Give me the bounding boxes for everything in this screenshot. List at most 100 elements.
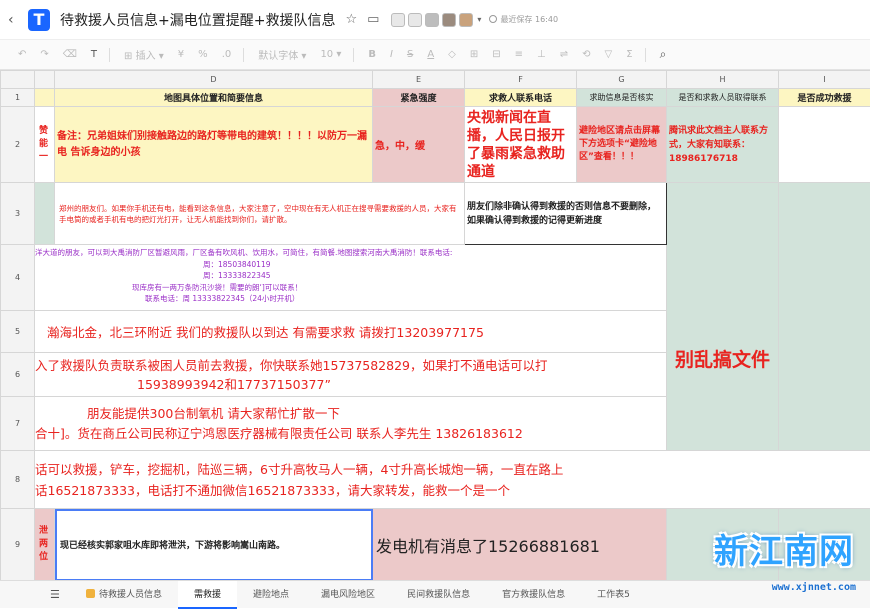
back-icon[interactable]: ‹ (8, 12, 22, 28)
strikethrough-icon[interactable]: S (407, 49, 413, 60)
search-icon[interactable]: ⌕ (660, 47, 667, 62)
tab-sheet-6[interactable]: 官方救援队信息 (486, 581, 581, 609)
rotate-icon[interactable]: ⟲ (582, 49, 590, 60)
column-header-c[interactable] (35, 71, 55, 89)
cell[interactable]: 备注：兄弟姐妹们别接触路边的路灯等带电的建筑！！！！以防万一漏电 告诉身边的小孩 (55, 107, 373, 183)
cell[interactable] (779, 183, 870, 451)
cell[interactable] (35, 89, 55, 107)
row-header[interactable]: 4 (1, 245, 35, 311)
row-header[interactable]: 8 (1, 451, 35, 509)
filter-icon[interactable]: ▽ (605, 49, 613, 60)
divider (109, 48, 110, 62)
column-header-d[interactable]: D (55, 71, 373, 89)
cell[interactable]: 朋友能提供300台制氧机 请大家帮忙扩散一下 合十]。货在商丘公司民称辽宁鸿恩医… (35, 397, 667, 451)
corner-cell[interactable] (1, 71, 35, 89)
row-header[interactable]: 7 (1, 397, 35, 451)
tab-label: 需救援 (194, 590, 221, 600)
border-icon[interactable]: ⊞ (470, 49, 478, 60)
font-color-icon[interactable]: A (427, 49, 434, 60)
text-line: 联系电话：周 13333822345（24小时开机） (35, 293, 664, 305)
avatar (442, 13, 456, 27)
cell[interactable]: 泄 两 位 (35, 509, 55, 581)
file-info-icon[interactable]: ▭ (367, 12, 379, 27)
cell[interactable]: 朋友们除非确认得到救援的否则信息不要删除，如果确认得到救援的记得更新进度 (465, 183, 667, 245)
tab-sheet-5[interactable]: 民间救援队信息 (391, 581, 486, 609)
toolbar: ↶ ↷ ⌫ T ⊞ 插入 ▾ ¥ % .0 默认字体 ▾ 10 ▾ B I S … (0, 40, 870, 70)
insert-button[interactable]: ⊞ 插入 ▾ (124, 47, 164, 62)
text-line: 周：18503840119 (35, 259, 664, 271)
cell[interactable] (667, 509, 779, 581)
redo-icon[interactable]: ↷ (40, 49, 48, 60)
tab-sheet-7[interactable]: 工作表5 (581, 581, 646, 609)
fill-color-icon[interactable]: ◇ (448, 49, 456, 60)
cell[interactable]: 紧急强度 (373, 89, 465, 107)
cell[interactable]: 赞 能 一 (35, 107, 55, 183)
star-icon[interactable]: ☆ (345, 12, 357, 27)
cell[interactable]: 发电机有消息了15266881681 (373, 509, 667, 581)
text-line: 洋大道的朋友，可以到大禹消防厂区暂避风雨，厂区备有吹风机、饮用水，可简住，有简餐… (35, 247, 664, 259)
cell[interactable]: 地图具体位置和简要信息 (55, 89, 373, 107)
undo-icon[interactable]: ↶ (18, 49, 26, 60)
row-header[interactable]: 1 (1, 89, 35, 107)
cell[interactable] (779, 107, 870, 183)
row-header[interactable]: 3 (1, 183, 35, 245)
cell[interactable] (35, 183, 55, 245)
document-title[interactable]: 待救援人员信息+漏电位置提醒+救援队信息 (60, 10, 335, 30)
number-format-icon[interactable]: ¥ (178, 49, 184, 60)
column-header-h[interactable]: H (667, 71, 779, 89)
percent-icon[interactable]: % (198, 49, 208, 60)
column-header-i[interactable]: I (779, 71, 870, 89)
align-icon[interactable]: ≡ (515, 49, 523, 60)
tab-sheet-4[interactable]: 漏电风险地区 (305, 581, 391, 609)
tab-sheet-1[interactable]: 待救援人员信息 (70, 581, 178, 609)
sheet-table: D E F G H I 1 地图具体位置和简要信息 紧急强度 求救人联系电话 求… (0, 70, 870, 580)
row-header[interactable]: 6 (1, 353, 35, 397)
table-row: 9 泄 两 位 现已经核实郭家咀水库即将泄洪，下游将影响嵩山南路。 发电机有消息… (1, 509, 870, 581)
collaborator-avatars[interactable] (391, 13, 473, 27)
column-header-f[interactable]: F (465, 71, 577, 89)
lock-icon (86, 589, 95, 598)
merged-cell-warning[interactable]: 别乱搞文件 (667, 183, 779, 451)
row-header[interactable]: 5 (1, 311, 35, 353)
cell[interactable]: 话可以救援，铲车，挖掘机，陆巡三辆，6寸升高牧马人一辆，4寸升高长城炮一辆，一直… (35, 451, 870, 509)
cell[interactable]: 求助信息是否核实 (577, 89, 667, 107)
avatar (391, 13, 405, 27)
row-header[interactable]: 2 (1, 107, 35, 183)
merge-icon[interactable]: ⊟ (492, 49, 500, 60)
clear-format-icon[interactable]: T (91, 49, 97, 60)
format-painter-icon[interactable]: ⌫ (63, 49, 77, 60)
table-row: 3 郑州的朋友们。如果你手机还有电，能看到这条信息，大家注意了，空中现在有无人机… (1, 183, 870, 245)
tab-sheet-2[interactable]: 需救援 (178, 581, 237, 609)
cell[interactable]: 腾讯求此文档主人联系方式，大家有知联系：18986176718 (667, 107, 779, 183)
cell[interactable] (779, 509, 870, 581)
cell[interactable]: 瀚海北金，北三环附近 我们的救援队以到达 有需要求救 请拨打1320397717… (35, 311, 667, 353)
wrap-icon[interactable]: ⇌ (560, 49, 568, 60)
chevron-down-icon[interactable]: ▾ (477, 15, 481, 24)
column-header-e[interactable]: E (373, 71, 465, 89)
cell[interactable]: 急，中，缓 (373, 107, 465, 183)
tab-label: 待救援人员信息 (99, 590, 162, 600)
valign-icon[interactable]: ⊥ (537, 49, 546, 60)
cell[interactable]: 央视新闻在直播，人民日报开了暴雨紧急救助通道 (465, 107, 577, 183)
cell[interactable]: 洋大道的朋友，可以到大禹消防厂区暂避风雨，厂区备有吹风机、饮用水，可简住，有简餐… (35, 245, 667, 311)
italic-icon[interactable]: I (390, 49, 393, 60)
row-header[interactable]: 9 (1, 509, 35, 581)
cell[interactable]: 是否和求救人员取得联系 (667, 89, 779, 107)
font-family-value: 默认字体 (258, 51, 298, 62)
function-icon[interactable]: Σ (626, 49, 632, 60)
tab-sheet-3[interactable]: 避险地点 (237, 581, 305, 609)
column-header-g[interactable]: G (577, 71, 667, 89)
cell[interactable]: 郑州的朋友们。如果你手机还有电，能看到这条信息，大家注意了，空中现在有无人机正在… (55, 183, 465, 245)
cell[interactable]: 是否成功救援 (779, 89, 870, 107)
font-size-select[interactable]: 10 ▾ (320, 49, 341, 60)
cell[interactable]: 入了救援队负责联系被困人员前去救援，你快联系她15737582829，如果打不通… (35, 353, 667, 397)
cell[interactable]: 求救人联系电话 (465, 89, 577, 107)
sheet-list-icon[interactable]: ☰ (50, 588, 70, 601)
decimal-icon[interactable]: .0 (222, 49, 232, 60)
avatar (459, 13, 473, 27)
cell[interactable]: 避险地区请点击屏幕下方选项卡“避险地区”查看！！！ (577, 107, 667, 183)
text-line: 现库房有一两万条防汛沙袋！需要的朗‘]可以联系！ (35, 282, 664, 294)
bold-icon[interactable]: B (368, 49, 376, 60)
selected-cell[interactable]: 现已经核实郭家咀水库即将泄洪，下游将影响嵩山南路。 (55, 509, 373, 581)
font-family-select[interactable]: 默认字体 ▾ (258, 47, 306, 62)
